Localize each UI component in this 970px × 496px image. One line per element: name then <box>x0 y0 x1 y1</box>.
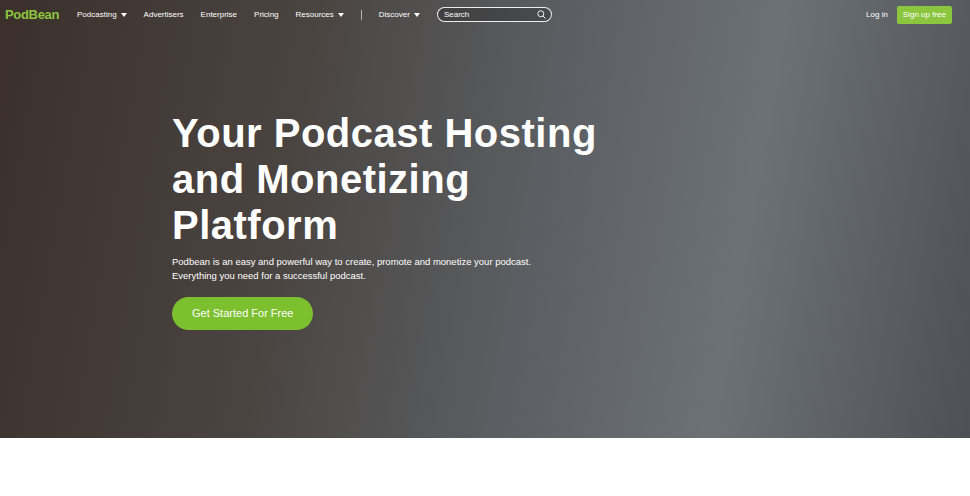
nav-item[interactable]: Pricing <box>254 9 278 21</box>
hero: PodBean Podcasting Advertisers Enterprise P… <box>0 0 970 438</box>
hero-title-line: Your Podcast Hosting <box>172 110 597 156</box>
nav-item[interactable]: Advertisers <box>144 9 184 21</box>
discover-menu[interactable]: Discover <box>379 9 420 21</box>
login-link[interactable]: Log in <box>866 9 888 21</box>
hero-text: Podbean is an easy and powerful way to c… <box>172 255 542 283</box>
nav-separator <box>361 10 362 20</box>
top-nav: PodBean Podcasting Advertisers Enterprise P… <box>0 0 970 29</box>
hero-title: Your Podcast Hostingand MonetizingPlatfo… <box>172 110 597 248</box>
caret-down-icon <box>338 13 344 17</box>
logo[interactable]: PodBean <box>5 5 59 25</box>
nav-item[interactable]: Resources <box>296 9 344 21</box>
hero-title-line: and Monetizing <box>172 156 597 202</box>
get-started-button[interactable]: Get Started For Free <box>172 297 313 330</box>
discover-label[interactable]: Discover <box>379 9 410 21</box>
nav-label[interactable]: Podcasting <box>77 9 117 21</box>
signup-button[interactable]: Sign up free <box>897 6 952 24</box>
search-input[interactable] <box>444 9 537 21</box>
nav-label[interactable]: Advertisers <box>144 9 184 21</box>
nav-label[interactable]: Pricing <box>254 9 278 21</box>
caret-down-icon <box>121 13 127 17</box>
hero-title-line: Platform <box>172 202 597 248</box>
search-icon[interactable] <box>537 10 546 19</box>
nav-label[interactable]: Resources <box>296 9 334 21</box>
caret-down-icon <box>414 13 420 17</box>
nav-item[interactable]: Podcasting <box>77 9 127 21</box>
search-box <box>437 7 552 22</box>
page-below <box>0 438 970 496</box>
nav-label[interactable]: Enterprise <box>201 9 237 21</box>
nav-item[interactable]: Enterprise <box>201 9 237 21</box>
